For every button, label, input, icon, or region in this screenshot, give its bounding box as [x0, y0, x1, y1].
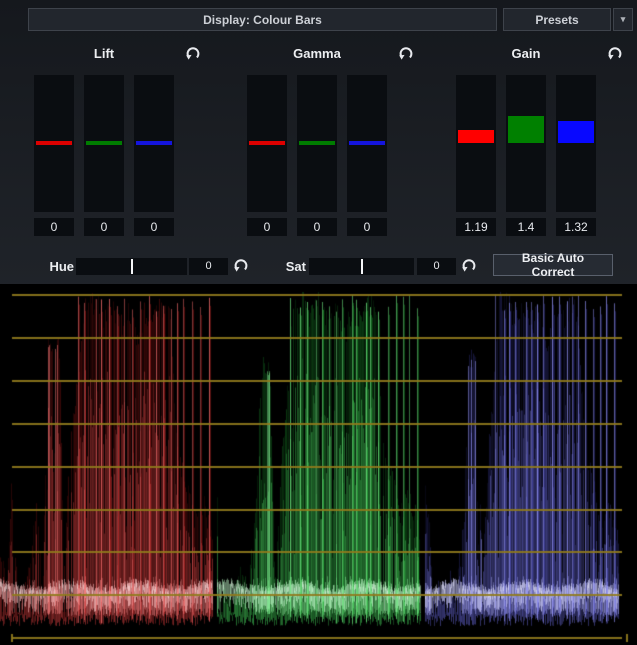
gamma-section-label: Gamma	[247, 45, 387, 63]
hue-label: Hue	[40, 258, 74, 275]
gamma-blue-slider[interactable]	[347, 75, 387, 212]
lift-blue-value[interactable]: 0	[134, 218, 174, 236]
lift-red-handle[interactable]	[36, 141, 72, 145]
gamma-green-value[interactable]: 0	[297, 218, 337, 236]
gain-red-handle[interactable]	[458, 130, 494, 143]
sat-label: Sat	[272, 258, 306, 275]
presets-dropdown-arrow-icon[interactable]: ▾	[613, 8, 633, 31]
lift-red-slider[interactable]	[34, 75, 74, 212]
gamma-red-value[interactable]: 0	[247, 218, 287, 236]
gamma-red-handle[interactable]	[249, 141, 285, 145]
gain-blue-value[interactable]: 1.32	[556, 218, 596, 236]
gamma-red-slider[interactable]	[247, 75, 287, 212]
gain-green-value[interactable]: 1.4	[506, 218, 546, 236]
sat-reset-icon[interactable]	[460, 256, 478, 274]
gain-section: Gain 1.19 1.4 1.32	[456, 40, 624, 245]
lift-blue-handle[interactable]	[136, 141, 172, 145]
gain-green-handle[interactable]	[508, 116, 544, 143]
gamma-blue-value[interactable]: 0	[347, 218, 387, 236]
lift-blue-slider[interactable]	[134, 75, 174, 212]
gamma-reset-icon[interactable]	[397, 44, 415, 62]
hue-value[interactable]: 0	[189, 258, 228, 275]
gain-blue-handle[interactable]	[558, 121, 594, 143]
lift-section: Lift 000	[34, 40, 202, 245]
gain-section-header: Gain	[456, 45, 624, 63]
hue-slider[interactable]	[76, 258, 187, 275]
lift-section-header: Lift	[34, 45, 202, 63]
gain-section-label: Gain	[456, 45, 596, 63]
basic-auto-correct-button[interactable]: Basic Auto Correct	[493, 254, 613, 276]
lift-green-value[interactable]: 0	[84, 218, 124, 236]
lift-section-label: Lift	[34, 45, 174, 63]
waveform-scope	[0, 284, 637, 645]
lift-reset-icon[interactable]	[184, 44, 202, 62]
presets-button[interactable]: Presets	[503, 8, 611, 31]
sat-slider-handle[interactable]	[361, 259, 363, 274]
gamma-section: Gamma 000	[247, 40, 415, 245]
hue-reset-icon[interactable]	[232, 256, 250, 274]
display-mode-button[interactable]: Display: Colour Bars	[28, 8, 497, 31]
gain-blue-slider[interactable]	[556, 75, 596, 212]
sat-value[interactable]: 0	[417, 258, 456, 275]
lift-green-handle[interactable]	[86, 141, 122, 145]
gain-red-value[interactable]: 1.19	[456, 218, 496, 236]
color-correction-panel: Display: Colour Bars Presets ▾ Lift 000 …	[0, 0, 637, 645]
gamma-blue-handle[interactable]	[349, 141, 385, 145]
gamma-green-handle[interactable]	[299, 141, 335, 145]
lift-green-slider[interactable]	[84, 75, 124, 212]
gamma-green-slider[interactable]	[297, 75, 337, 212]
sat-slider[interactable]	[309, 258, 414, 275]
gain-green-slider[interactable]	[506, 75, 546, 212]
hue-slider-handle[interactable]	[131, 259, 133, 274]
lift-red-value[interactable]: 0	[34, 218, 74, 236]
gamma-section-header: Gamma	[247, 45, 415, 63]
gain-red-slider[interactable]	[456, 75, 496, 212]
gain-reset-icon[interactable]	[606, 44, 624, 62]
